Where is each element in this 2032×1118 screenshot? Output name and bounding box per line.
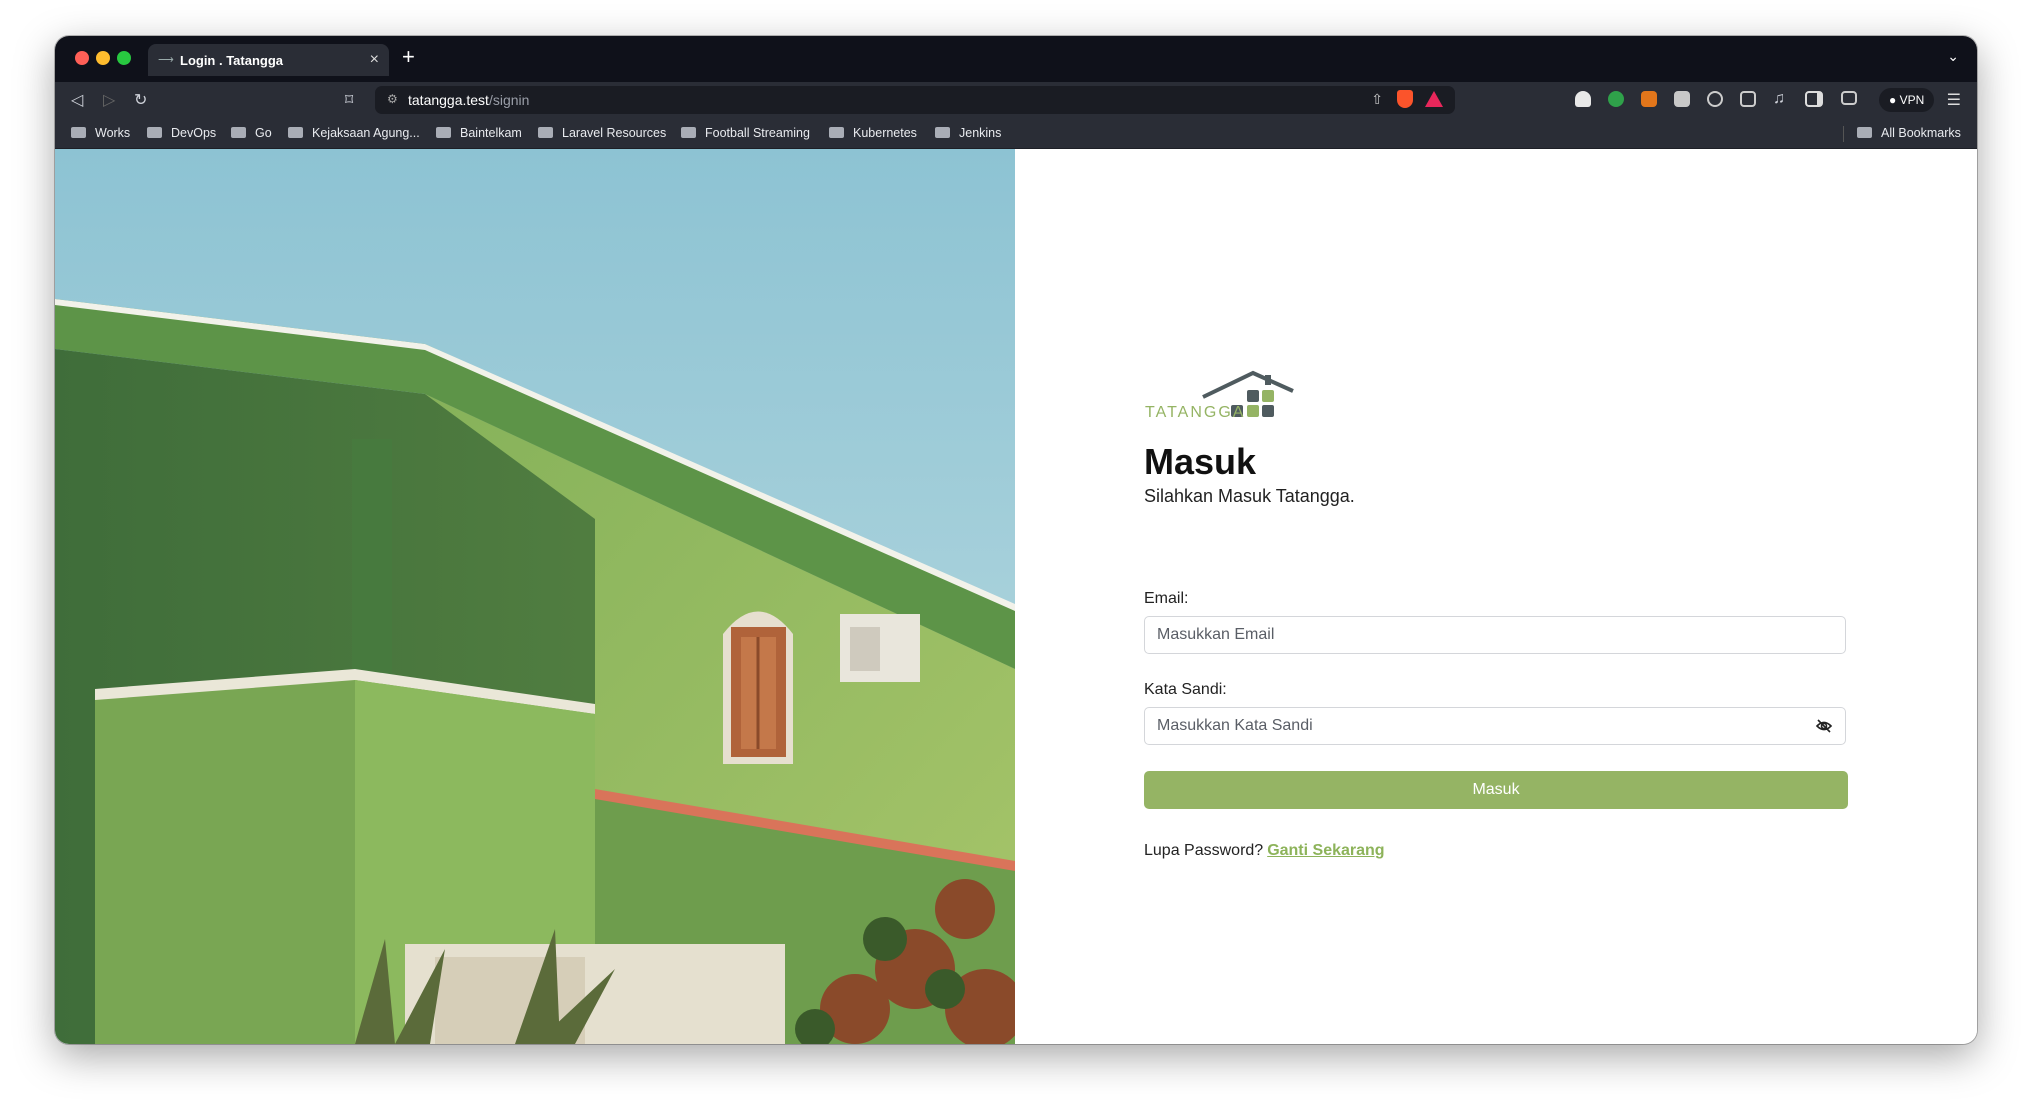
password-label: Kata Sandi: [1144,681,1227,698]
tab-favicon-icon: ⟶ [158,54,174,66]
forgot-password-row: Lupa Password? Ganti Sekarang [1144,842,1385,860]
brave-shields-icon[interactable] [1397,90,1413,108]
puzzle-icon[interactable] [1740,91,1756,107]
eye-slash-icon[interactable] [1815,717,1833,735]
forgot-password-text: Lupa Password? [1144,842,1264,859]
page-title: Masuk [1144,441,1257,482]
brave-rewards-icon[interactable] [1425,91,1443,107]
bookmark-folder-kubernetes[interactable]: Kubernetes [829,126,917,140]
folder-icon [147,127,162,138]
metamask-icon[interactable] [1641,91,1657,107]
folder-icon [436,127,451,138]
bookmark-folder-football[interactable]: Football Streaming [681,126,810,140]
tatangga-logo: TATANGGA [1145,365,1295,430]
page-subtitle: Silahkan Masuk Tatangga. [1144,486,1355,506]
page-content: TATANGGA Masuk Silahkan Masuk Tatangga. … [55,149,1977,1044]
new-tab-button[interactable]: + [402,44,415,70]
bookmark-folder-go[interactable]: Go [231,126,272,140]
folder-icon [538,127,553,138]
maximize-window-button[interactable] [117,51,131,65]
back-icon[interactable]: ◁ [71,90,83,110]
password-placeholder: Masukkan Kata Sandi [1157,717,1313,734]
address-bar[interactable]: ⚙ tatangga.test/signin ⇧ [375,86,1455,114]
folder-icon [288,127,303,138]
site-settings-icon[interactable]: ⚙ [387,92,398,106]
music-icon[interactable]: ♫ [1773,90,1785,108]
url-text: tatangga.test/signin [408,92,530,108]
logo-text: TATANGGA [1145,404,1245,421]
tab-login[interactable]: ⟶ Login . Tatangga × [148,44,389,76]
shield-green-icon[interactable] [1608,91,1624,107]
bookmark-folder-baintelkam[interactable]: Baintelkam [436,126,522,140]
share-icon[interactable]: ⇧ [1371,91,1383,108]
menu-icon[interactable]: ☰ [1947,90,1961,110]
close-tab-icon[interactable]: × [370,51,379,69]
tab-bar: ⟶ Login . Tatangga × + ⌄ [55,36,1977,82]
folder-icon [935,127,950,138]
all-bookmarks-button[interactable]: All Bookmarks [1857,126,1961,140]
browser-toolbar: ◁ ▷ ↻ ⌑ ⚙ tatangga.test/signin ⇧ ♫ ● VPN… [55,82,1977,118]
email-field[interactable]: Masukkan Email [1144,616,1846,654]
folder-icon [231,127,246,138]
close-window-button[interactable] [75,51,89,65]
chevron-down-icon[interactable]: ⌄ [1947,48,1959,65]
sidebar-icon[interactable] [1805,91,1823,107]
folder-icon [71,127,86,138]
forward-icon[interactable]: ▷ [103,90,115,110]
email-placeholder: Masukkan Email [1157,626,1275,643]
cloud-icon[interactable] [1575,91,1591,107]
browser-window: ⟶ Login . Tatangga × + ⌄ ◁ ▷ ↻ ⌑ ⚙ tatan… [55,36,1977,1044]
folder-icon [681,127,696,138]
reload-icon[interactable]: ↻ [134,90,147,110]
folder-icon [829,127,844,138]
folder-icon [1857,127,1872,138]
house-photo [55,149,1015,1044]
bookmark-folder-kejaksaan[interactable]: Kejaksaan Agung... [288,126,420,140]
bookmarks-divider [1843,126,1844,142]
bookmark-folder-jenkins[interactable]: Jenkins [935,126,1001,140]
minimize-window-button[interactable] [96,51,110,65]
bookmark-folder-laravel[interactable]: Laravel Resources [538,126,666,140]
bookmarks-bar: Works DevOps Go Kejaksaan Agung... Baint… [55,118,1977,149]
bookmark-icon[interactable]: ⌑ [345,90,353,110]
wallet-icon[interactable] [1841,91,1857,105]
camera-icon[interactable] [1674,91,1690,107]
tab-title: Login . Tatangga [180,53,284,68]
reset-password-link[interactable]: Ganti Sekarang [1267,842,1384,859]
vpn-button[interactable]: ● VPN [1879,88,1935,112]
login-submit-button[interactable]: Masuk [1144,771,1848,809]
react-icon[interactable] [1707,91,1723,107]
password-field[interactable]: Masukkan Kata Sandi [1144,707,1846,745]
email-label: Email: [1144,590,1189,607]
bookmark-folder-works[interactable]: Works [71,126,130,140]
bookmark-folder-devops[interactable]: DevOps [147,126,216,140]
